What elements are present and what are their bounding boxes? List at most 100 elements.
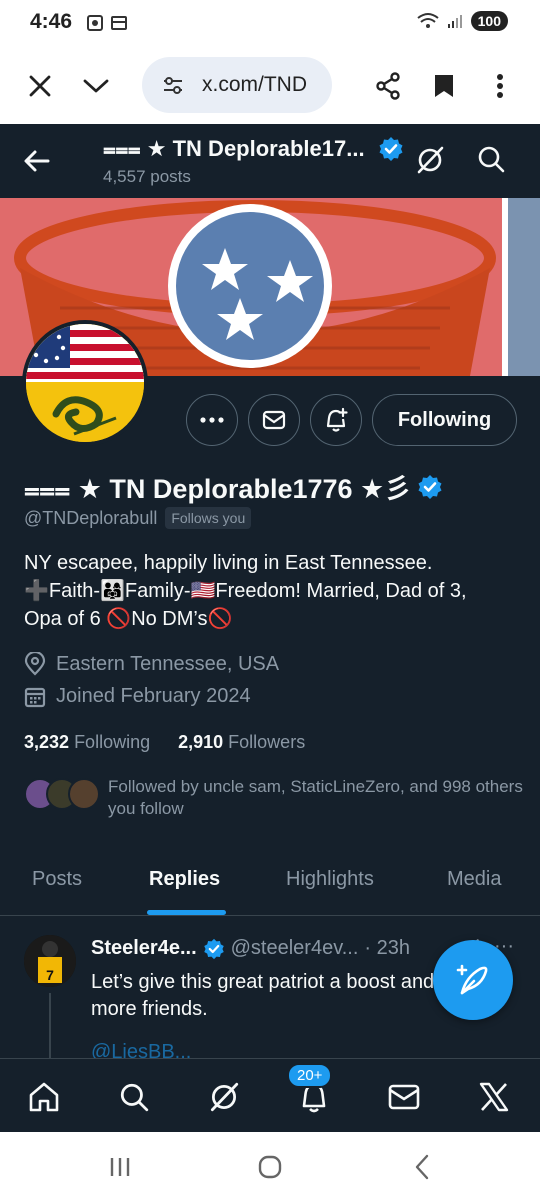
url-bar[interactable]: x.com/TND	[142, 57, 332, 113]
bio-line: ➕Faith-👨‍👩‍👧Family-🇺🇸Freedom! Married, D…	[24, 577, 524, 605]
search-icon	[478, 146, 505, 173]
location-row: Eastern Tennessee, USA	[24, 652, 279, 676]
profile-handle: @TNDeplorabull	[24, 507, 158, 528]
profile-location: Eastern Tennessee, USA	[56, 652, 280, 675]
message-button[interactable]	[248, 394, 300, 446]
banner-side-strip	[502, 198, 540, 376]
verified-badge-icon	[203, 938, 224, 959]
message-icon	[262, 410, 286, 430]
profile-joined: Joined February 2024	[56, 685, 251, 707]
bio-faith: ➕Faith-	[24, 580, 101, 602]
url-text[interactable]: x.com/TND	[202, 73, 307, 97]
bio-opa: Opa of 6	[24, 608, 107, 630]
profile-topbar: ⩶ ★ TN Deplorable17... 4,557 posts	[0, 124, 540, 198]
following-stat[interactable]: 3,232 Following	[24, 732, 150, 753]
nav-home[interactable]	[24, 1077, 64, 1117]
header-title: ⩶ ★ TN Deplorable17...	[103, 136, 365, 161]
profile-bio: NY escapee, happily living in East Tenne…	[24, 549, 524, 633]
nav-search[interactable]	[114, 1077, 154, 1117]
bio-freedom: 🇺🇸Freedom! Married, Dad of 3,	[190, 580, 467, 602]
browser-toolbar: x.com/TND	[0, 46, 540, 124]
follow-stats: 3,232 Following 2,910 Followers	[24, 732, 305, 753]
followed-by[interactable]: Followed by uncle sam, StaticLineZero, a…	[24, 774, 524, 822]
grok-button[interactable]	[414, 144, 446, 181]
status-notification-icons	[86, 14, 128, 32]
tab-highlights[interactable]: Highlights	[286, 868, 374, 891]
joined-row: Joined February 2024	[24, 685, 251, 708]
reply-header: Steeler4e... @steeler4ev... · 23h	[91, 937, 410, 960]
verified-badge-icon	[418, 474, 442, 499]
verified-badge-icon	[379, 137, 403, 161]
avatar-image: 7	[24, 935, 76, 987]
prohibited-icon: 🚫	[106, 608, 132, 630]
back-nav-button[interactable]	[402, 1152, 442, 1182]
tab-media[interactable]: Media	[447, 868, 501, 891]
android-back-icon	[415, 1154, 429, 1180]
battery-indicator: 100	[470, 11, 508, 31]
recents-button[interactable]	[100, 1152, 140, 1182]
collapse-button[interactable]	[76, 66, 116, 106]
notify-button[interactable]	[310, 394, 362, 446]
site-settings-icon[interactable]	[162, 74, 184, 96]
bottom-nav: 20+	[0, 1058, 540, 1132]
more-options-button[interactable]	[186, 394, 238, 446]
following-button[interactable]: Following	[372, 394, 517, 446]
more-icon	[200, 417, 224, 423]
overflow-menu-button[interactable]	[480, 66, 520, 106]
tab-posts[interactable]: Posts	[32, 868, 82, 891]
search-button[interactable]	[476, 144, 506, 179]
location-icon	[24, 652, 46, 676]
notifications-badge: 20+	[287, 1063, 333, 1088]
compose-button[interactable]	[433, 940, 513, 1020]
home-icon	[29, 1082, 59, 1112]
recents-icon	[110, 1158, 130, 1176]
back-button[interactable]	[20, 144, 54, 178]
avatar	[68, 778, 100, 810]
share-button[interactable]	[368, 66, 408, 106]
thread-line	[49, 993, 51, 1063]
follows-you-badge: Follows you	[165, 507, 252, 529]
grok-icon	[417, 146, 444, 174]
followed-by-text: Followed by uncle sam, StaticLineZero, a…	[108, 777, 523, 818]
following-label: Following	[74, 732, 151, 752]
tab-replies[interactable]: Replies	[149, 868, 220, 891]
close-icon	[29, 75, 51, 97]
avatar[interactable]: 7	[24, 935, 76, 987]
nav-x-premium[interactable]	[474, 1077, 514, 1117]
followers-stat[interactable]: 2,910 Followers	[178, 732, 305, 753]
overflow-icon	[497, 74, 503, 98]
screenshot-icon	[87, 15, 103, 31]
bookmark-icon	[435, 75, 453, 97]
reply-author-handle[interactable]: @steeler4ev...	[231, 937, 359, 960]
signal-icon	[447, 15, 462, 28]
bio-no-dms: No DM’s	[131, 608, 208, 630]
close-tab-button[interactable]	[20, 66, 60, 106]
following-count: 3,232	[24, 732, 70, 752]
reply-timestamp: · 23h	[364, 937, 410, 959]
bio-line: Opa of 6 🚫No DM’s🚫	[24, 605, 524, 633]
home-nav-button[interactable]	[250, 1152, 290, 1182]
status-time: 4:46	[30, 10, 73, 33]
chevron-down-icon	[83, 79, 109, 93]
display-name: ⩶ ★ TN Deplorable1776 ★彡	[24, 474, 412, 504]
mail-icon	[388, 1084, 420, 1110]
prohibited-icon: 🚫	[207, 608, 233, 630]
reply-text: Let’s give this great patriot a boost an…	[91, 971, 435, 1020]
status-right: 100	[417, 11, 508, 31]
profile-tabs: Posts Replies Highlights Media	[0, 852, 540, 916]
x-logo-icon	[479, 1082, 509, 1112]
followers-label: Followers	[228, 732, 306, 752]
notify-bell-icon	[326, 407, 348, 432]
handle-row: @TNDeplorabull Follows you	[24, 507, 252, 529]
bookmark-button[interactable]	[424, 66, 464, 106]
android-home-icon	[258, 1155, 282, 1179]
search-icon	[120, 1083, 149, 1112]
followers-count: 2,910	[178, 732, 224, 752]
nav-grok[interactable]	[204, 1077, 244, 1117]
svg-text:7: 7	[46, 967, 54, 983]
reply-author-name[interactable]: Steeler4e...	[91, 937, 197, 960]
wifi-icon	[417, 13, 439, 28]
nav-messages[interactable]	[384, 1077, 424, 1117]
android-nav-bar	[0, 1132, 540, 1200]
back-arrow-icon	[24, 150, 50, 172]
